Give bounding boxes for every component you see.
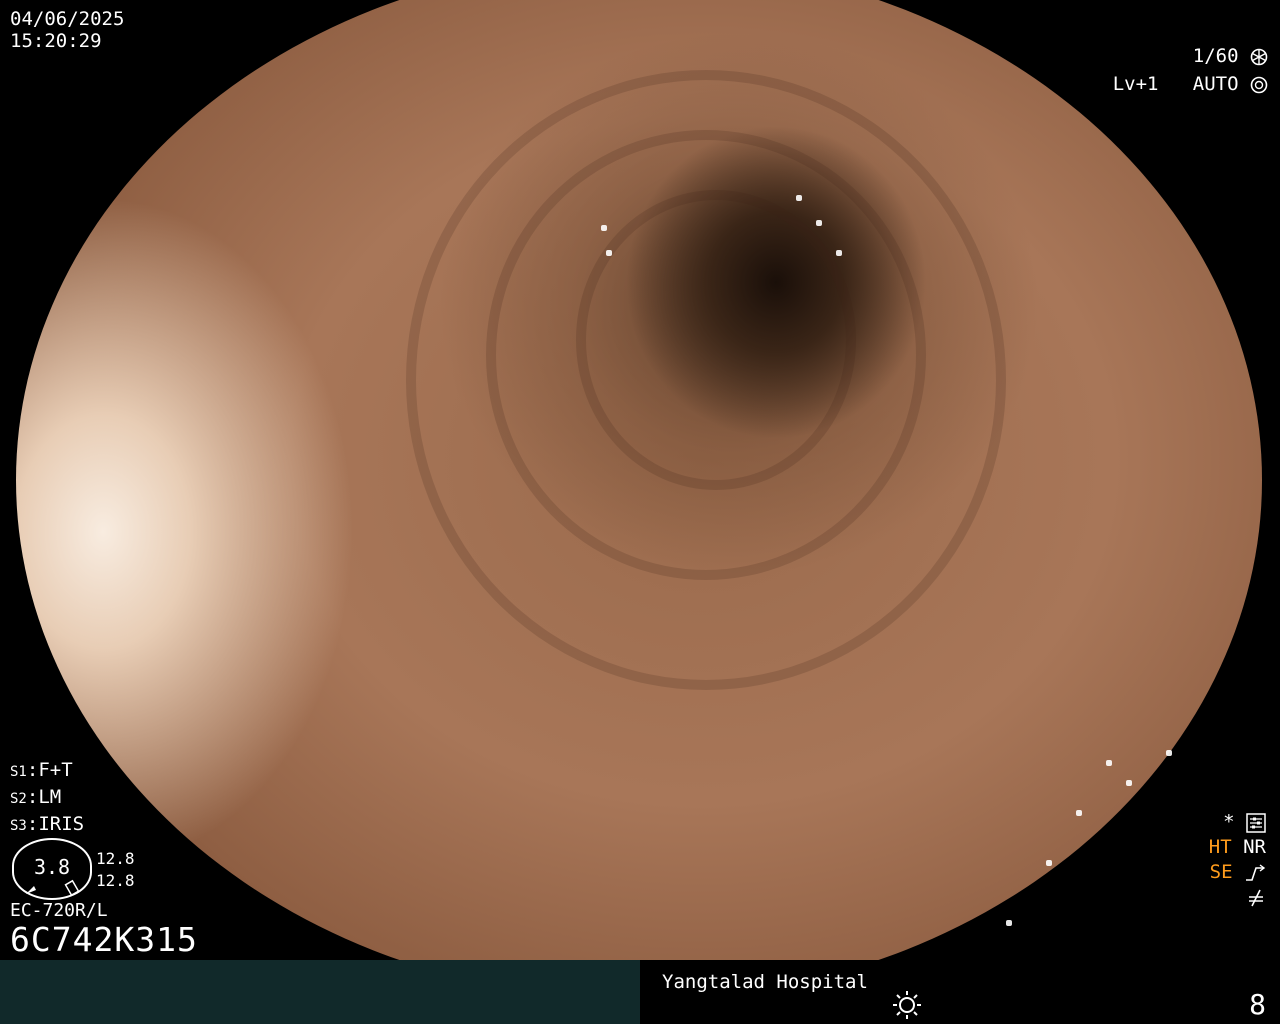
specular-highlight — [796, 195, 802, 201]
shutter-text: 1/60 — [1192, 45, 1239, 67]
specular-highlight — [1076, 810, 1082, 816]
specular-highlight — [606, 250, 612, 256]
setting-value: LM — [38, 786, 62, 808]
light-source-icon — [893, 991, 921, 1019]
gauge-upper: 12.8 — [96, 849, 135, 868]
specular-highlight — [1046, 860, 1052, 866]
gauge-numbers: 12.8 12.8 — [96, 848, 135, 892]
settings-sliders-icon — [1246, 812, 1266, 833]
specular-highlight — [601, 225, 607, 231]
footer-bar-left — [0, 960, 640, 1024]
setting-row: S1:F+T — [10, 759, 73, 781]
shutter-icon — [1250, 48, 1268, 65]
level-text: Lv+1 — [1112, 73, 1159, 95]
datetime: 04/06/2025 15:20:29 — [10, 8, 124, 52]
exposure-info: 1/60 Lv+1 AUTO — [1113, 42, 1268, 98]
enhance-curve-icon — [1246, 863, 1266, 881]
endoscope-view — [16, 0, 1262, 1000]
specular-highlight — [836, 250, 842, 256]
scope-serial: 6C742K315 — [10, 920, 198, 959]
endoscope-image — [16, 0, 1262, 1000]
mucosal-fold — [576, 190, 856, 490]
iris-icon — [1250, 76, 1268, 93]
setting-key: S3 — [10, 818, 27, 834]
setting-value: IRIS — [38, 813, 85, 835]
specular-highlight — [1106, 760, 1112, 766]
setting-row: S3:IRIS — [10, 813, 85, 835]
bending-gauge: 3.8 — [12, 838, 92, 900]
se-indicator: SE — [1209, 861, 1233, 883]
mode-text: AUTO — [1192, 73, 1239, 95]
setting-key: S1 — [10, 764, 27, 780]
star-indicator: * — [1223, 811, 1235, 833]
specular-highlight — [1126, 780, 1132, 786]
setting-row: S2:LM — [10, 786, 62, 808]
date-text: 04/06/2025 — [10, 8, 125, 30]
specular-highlight — [1166, 750, 1172, 756]
time-text: 15:20:29 — [10, 30, 102, 52]
hospital-name: Yangtalad Hospital — [662, 971, 868, 993]
gauge-value: 3.8 — [33, 855, 71, 879]
gauge-lower: 12.8 — [96, 871, 135, 890]
right-indicators: * HT NR SE — [1209, 810, 1266, 910]
filter-icon — [1249, 889, 1263, 906]
scope-model: EC-720R/L — [10, 900, 108, 921]
page-number: 8 — [1249, 988, 1266, 1021]
nr-indicator: NR — [1243, 836, 1266, 858]
setting-value: F+T — [38, 759, 73, 781]
specular-highlight — [1006, 920, 1012, 926]
ht-indicator: HT — [1208, 836, 1232, 858]
gauge-markers-icon — [26, 879, 80, 897]
settings-list: S1:F+T S2:LM S3:IRIS — [10, 758, 84, 839]
specular-highlight — [816, 220, 822, 226]
setting-key: S2 — [10, 791, 27, 807]
